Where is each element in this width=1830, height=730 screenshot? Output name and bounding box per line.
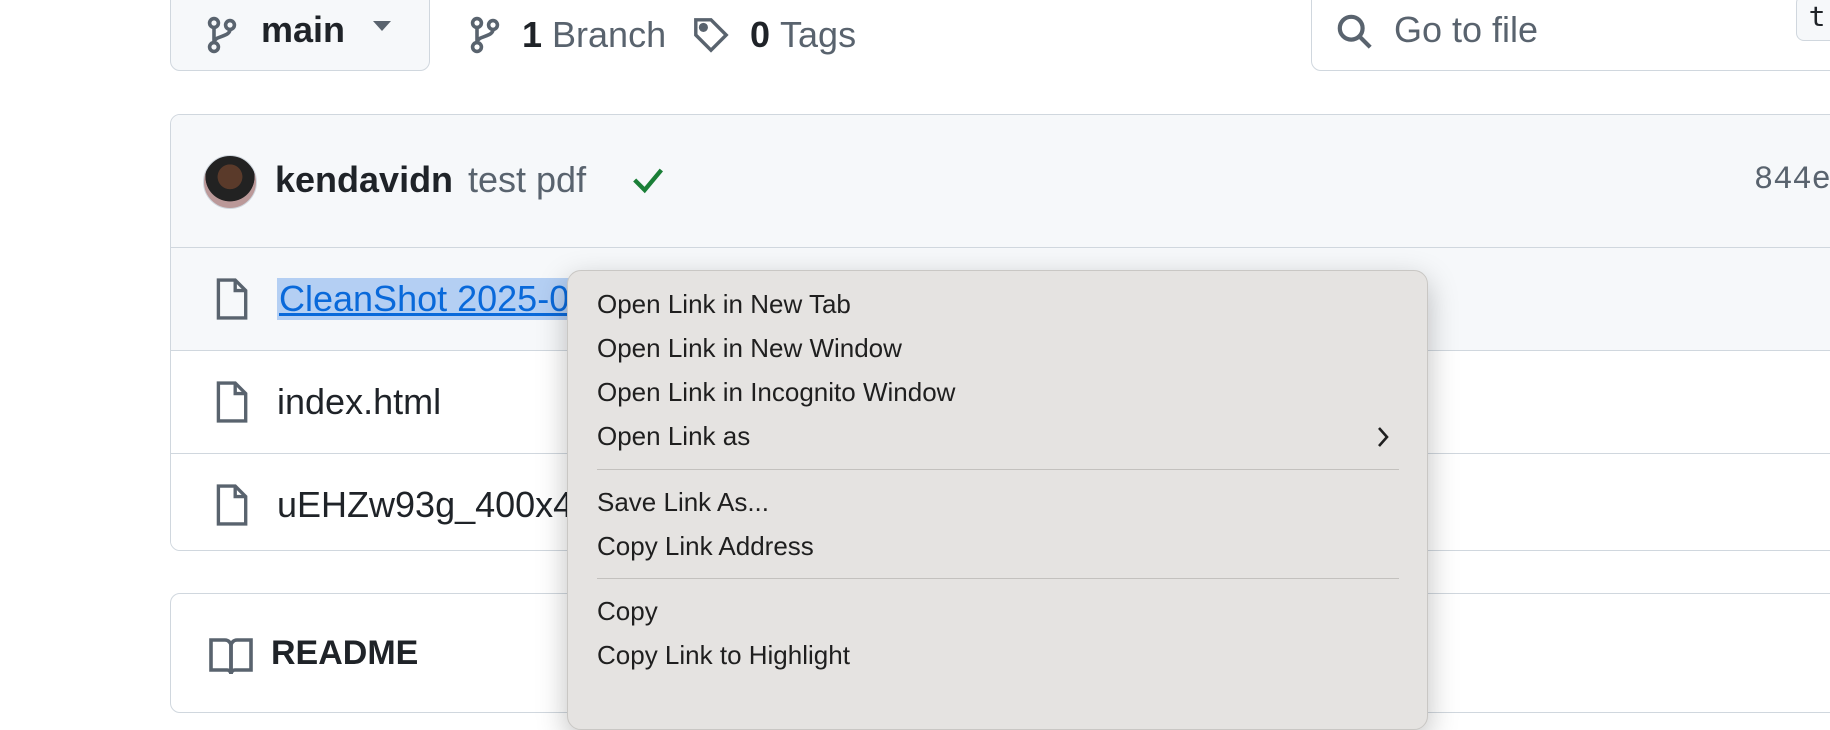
tags-link[interactable]: 0 Tags bbox=[692, 14, 856, 56]
branch-count: 1 bbox=[522, 14, 543, 55]
menu-item-save-link-as[interactable]: Save Link As... bbox=[597, 487, 769, 518]
file-link[interactable]: uEHZw93g_400x4 bbox=[277, 484, 573, 526]
search-icon bbox=[1336, 13, 1374, 56]
go-to-file-input[interactable]: Go to file t bbox=[1311, 0, 1830, 71]
file-link[interactable]: index.html bbox=[277, 381, 441, 423]
git-branch-icon bbox=[468, 15, 502, 55]
shortcut-key: t bbox=[1796, 0, 1830, 41]
tag-count: 0 bbox=[750, 14, 771, 55]
branches-link[interactable]: 1 Branch bbox=[468, 14, 666, 56]
readme-title[interactable]: README bbox=[271, 634, 418, 673]
branch-selector-button[interactable]: main bbox=[170, 0, 430, 71]
menu-item-open-link-as[interactable]: Open Link as bbox=[597, 421, 750, 452]
menu-item-open-new-tab[interactable]: Open Link in New Tab bbox=[597, 289, 851, 320]
search-placeholder: Go to file bbox=[1394, 9, 1539, 50]
context-menu: Open Link in New Tab Open Link in New Wi… bbox=[567, 270, 1428, 730]
avatar[interactable] bbox=[203, 155, 257, 209]
tag-label: Tags bbox=[780, 14, 857, 55]
menu-separator bbox=[597, 578, 1399, 579]
menu-item-open-incognito[interactable]: Open Link in Incognito Window bbox=[597, 377, 955, 408]
file-icon bbox=[214, 278, 248, 325]
book-icon bbox=[209, 636, 253, 681]
caret-down-icon bbox=[371, 19, 393, 38]
file-link[interactable]: CleanShot 2025-0 bbox=[277, 278, 572, 320]
chevron-right-icon bbox=[1376, 425, 1390, 454]
file-icon bbox=[214, 484, 248, 531]
git-branch-icon bbox=[205, 15, 239, 60]
commit-sha[interactable]: 844e bbox=[1754, 161, 1830, 198]
latest-commit-row: kendavidn test pdf 844e bbox=[171, 115, 1830, 248]
menu-separator bbox=[597, 469, 1399, 470]
menu-item-copy-link-to-highlight[interactable]: Copy Link to Highlight bbox=[597, 640, 850, 671]
check-icon[interactable] bbox=[631, 165, 665, 200]
commit-message[interactable]: test pdf bbox=[468, 159, 586, 201]
commit-author[interactable]: kendavidn bbox=[275, 159, 453, 201]
branch-label: Branch bbox=[552, 14, 667, 55]
menu-item-copy[interactable]: Copy bbox=[597, 596, 658, 627]
branch-name: main bbox=[261, 9, 346, 50]
menu-item-copy-link-address[interactable]: Copy Link Address bbox=[597, 531, 814, 562]
menu-item-open-new-window[interactable]: Open Link in New Window bbox=[597, 333, 902, 364]
tag-icon bbox=[692, 15, 730, 55]
file-icon bbox=[214, 381, 248, 428]
